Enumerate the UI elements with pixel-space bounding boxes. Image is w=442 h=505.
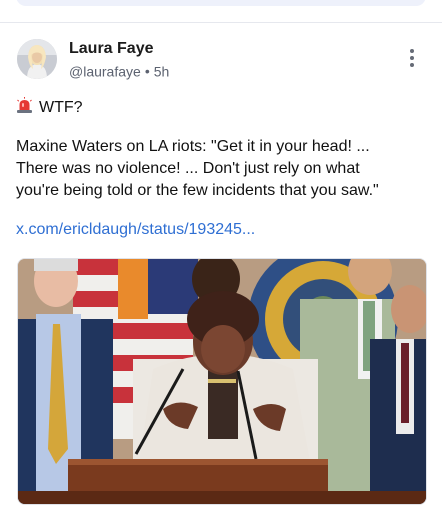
post-text-line2: Maxine Waters on LA riots: "Get it in yo…	[16, 138, 370, 155]
post-time: 5h	[153, 63, 170, 80]
post-text-line1: WTF?	[16, 97, 83, 117]
search-bar-edge[interactable]	[16, 0, 426, 6]
top-bar	[0, 0, 442, 23]
meta-separator: •	[144, 63, 150, 80]
post-media-image[interactable]	[17, 258, 427, 505]
post-text-wtf: WTF?	[39, 99, 83, 116]
author-handle[interactable]: @laurafaye	[69, 63, 141, 79]
avatar[interactable]	[17, 39, 57, 79]
post-text-line4: you're being told or the few incidents t…	[16, 182, 379, 199]
author-meta: @laurafaye • 5h	[69, 62, 169, 79]
siren-emoji-icon	[16, 97, 33, 114]
post-link[interactable]: x.com/ericldaugh/status/193245...	[16, 221, 255, 239]
more-vertical-icon[interactable]	[403, 48, 421, 70]
post-text-line3: There was no violence! ... Don't just re…	[16, 160, 360, 177]
post-card[interactable]: Laura Faye @laurafaye • 5h WTF? Maxine Wat…	[0, 23, 442, 505]
author-name[interactable]: Laura Faye	[69, 40, 153, 58]
